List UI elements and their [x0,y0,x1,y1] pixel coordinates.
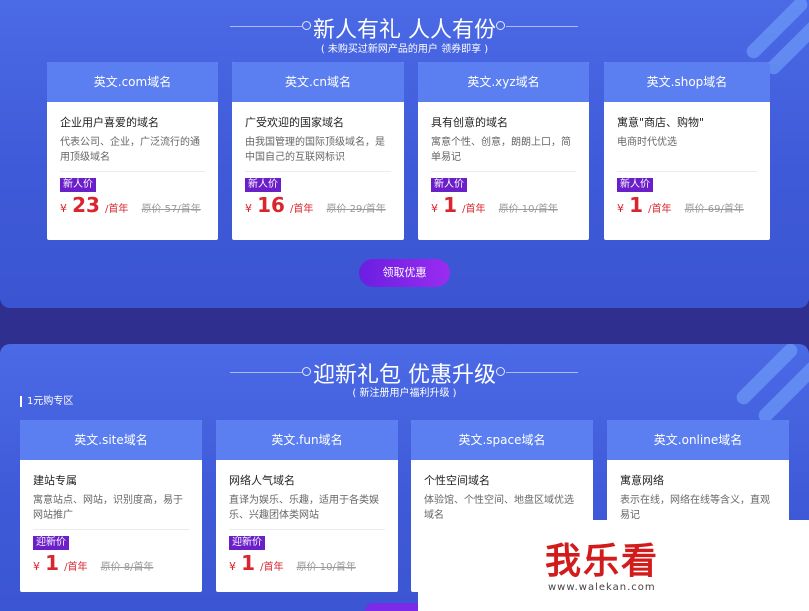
price-row: ¥ 1 /首年 原价 10/首年 [431,194,576,221]
card-name: 寓意"商店、购物" [617,116,705,129]
card-description: 寓意站点、网站，识别度高，易于网站推广 [33,495,183,521]
currency-symbol: ¥ [617,202,624,215]
card-divider [617,171,757,172]
card-divider [60,171,205,172]
card-divider [33,529,189,530]
original-price: 原价 10/首年 [296,562,356,573]
price-value: 23 [72,193,100,217]
price-value: 1 [45,551,60,575]
price-unit: /首年 [260,562,284,573]
card-header: 英文.xyz域名 [418,62,589,102]
section-subtitle: ( 新注册用户福利升级 ) [352,388,457,399]
price-row: ¥ 1 /首年 原价 69/首年 [617,194,757,221]
price-unit: /首年 [64,562,88,573]
title-dot-right [496,367,505,376]
currency-symbol: ¥ [431,202,438,215]
card-name: 具有创意的域名 [431,116,508,129]
currency-symbol: ¥ [60,202,67,215]
price-badge: 新人价 [60,178,96,192]
price-row: ¥ 16 /首年 原价 29/首年 [245,194,391,221]
price-unit: /首年 [105,204,129,215]
original-price: 原价 8/首年 [100,562,154,573]
currency-symbol: ¥ [245,202,252,215]
price-badge: 迎新价 [33,536,69,550]
card-header: 英文.site域名 [20,420,202,460]
price-value: 1 [241,551,256,575]
card-header: 英文.space域名 [411,420,593,460]
card-header: 英文.fun域名 [216,420,398,460]
currency-symbol: ¥ [229,560,236,573]
watermark-url: www.walekan.com [548,582,656,593]
price-value: 1 [443,193,458,217]
title-dot-right [496,21,505,30]
price-badge: 新人价 [431,178,467,192]
currency-symbol: ¥ [33,560,40,573]
price-unit: /首年 [648,204,672,215]
card-divider [245,171,391,172]
original-price: 原价 57/首年 [141,204,201,215]
title-line-right [506,372,578,373]
card-name: 企业用户喜爱的域名 [60,116,159,129]
price-unit: /首年 [290,204,314,215]
title-line-right [506,26,578,27]
domain-card-com[interactable]: 英文.com域名 企业用户喜爱的域名 代表公司、企业，广泛流行的通用顶级域名 新… [47,62,218,240]
card-divider [229,529,385,530]
card-name: 寓意网络 [620,474,664,487]
original-price: 原价 10/首年 [498,204,558,215]
card-description: 直译为娱乐、乐趣，适用于各类娱乐、兴趣团体类网站 [229,495,379,521]
card-header: 英文.cn域名 [232,62,404,102]
card-name: 网络人气域名 [229,474,295,487]
card-header: 英文.com域名 [47,62,218,102]
original-price: 原价 29/首年 [326,204,386,215]
domain-card-site[interactable]: 英文.site域名 建站专属 寓意站点、网站，识别度高，易于网站推广 迎新价 ¥… [20,420,202,592]
original-price: 原价 69/首年 [684,204,744,215]
card-name: 建站专属 [33,474,77,487]
price-badge: 新人价 [617,178,653,192]
card-name: 广受欢迎的国家域名 [245,116,344,129]
section-subtitle: ( 未购买过新网产品的用户 领券即享 ) [320,44,489,55]
price-row: ¥ 1 /首年 原价 10/首年 [229,552,385,579]
card-description: 代表公司、企业，广泛流行的通用顶级域名 [60,137,200,163]
price-unit: /首年 [462,204,486,215]
price-value: 1 [629,193,644,217]
domain-card-cn[interactable]: 英文.cn域名 广受欢迎的国家域名 由我国管理的国际顶级域名，是中国自己的互联网… [232,62,404,240]
claim-coupon-button[interactable]: 领取优惠 [359,259,450,287]
domain-card-shop[interactable]: 英文.shop域名 寓意"商店、购物" 电商时代优选 新人价 ¥ 1 /首年 原… [604,62,770,240]
domain-card-fun[interactable]: 英文.fun域名 网络人气域名 直译为娱乐、乐趣，适用于各类娱乐、兴趣团体类网站… [216,420,398,592]
price-badge: 新人价 [245,178,281,192]
card-description: 电商时代优选 [617,137,677,148]
domain-card-xyz[interactable]: 英文.xyz域名 具有创意的域名 寓意个性、创意，朗朗上口，简单易记 新人价 ¥… [418,62,589,240]
price-value: 16 [257,193,285,217]
zone-label: 1元购专区 [20,396,73,407]
card-divider [431,171,576,172]
card-header: 英文.shop域名 [604,62,770,102]
card-name: 个性空间域名 [424,474,490,487]
watermark-logo: 我乐看 [545,540,660,582]
price-row: ¥ 23 /首年 原价 57/首年 [60,194,205,221]
price-badge: 迎新价 [229,536,265,550]
card-description: 由我国管理的国际顶级域名，是中国自己的互联网标识 [245,137,385,163]
card-description: 寓意个性、创意，朗朗上口，简单易记 [431,137,571,163]
price-row: ¥ 1 /首年 原价 8/首年 [33,552,189,579]
card-header: 英文.online域名 [607,420,789,460]
